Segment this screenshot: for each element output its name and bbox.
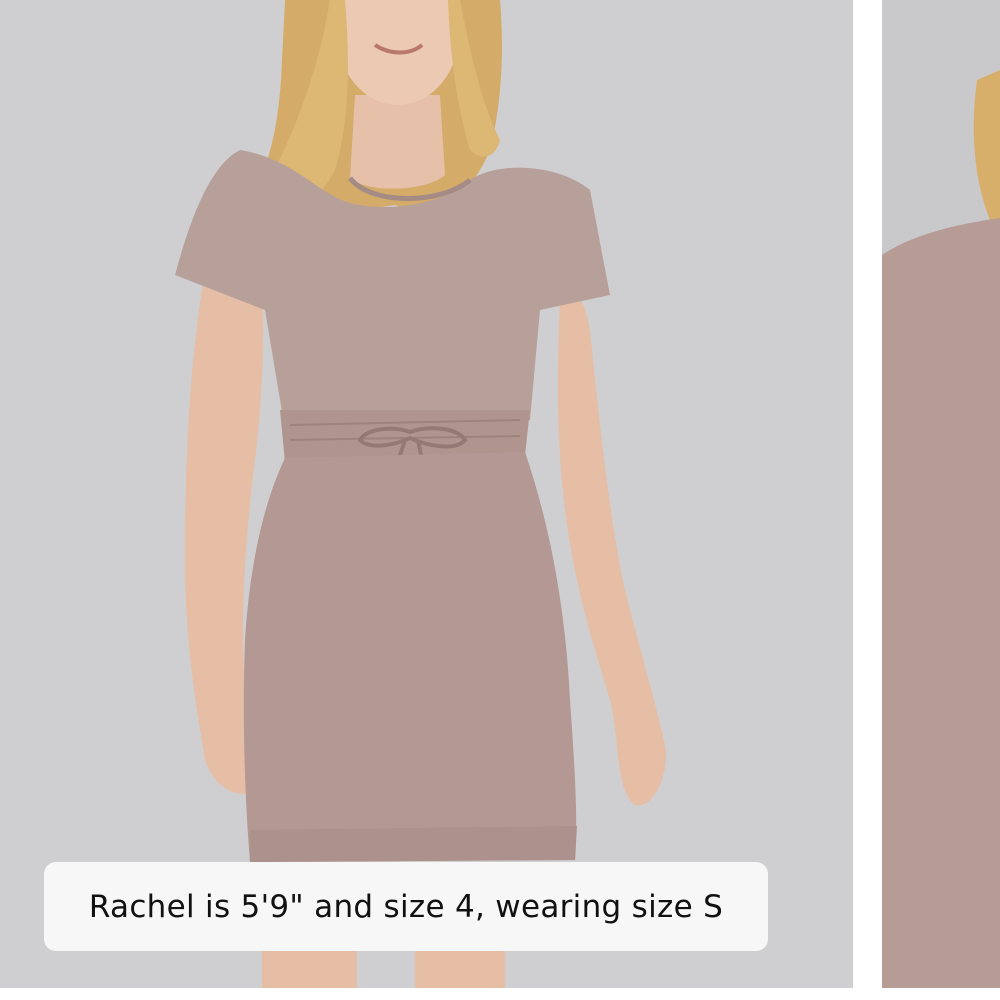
model-size-caption-text: Rachel is 5'9" and size 4, wearing size … — [88, 888, 724, 925]
model-size-caption: Rachel is 5'9" and size 4, wearing size … — [44, 862, 768, 951]
fabric-closeup-photo — [882, 0, 1000, 988]
product-image-main[interactable]: Rachel is 5'9" and size 4, wearing size … — [0, 0, 853, 988]
model-photo — [0, 0, 853, 988]
product-image-carousel[interactable]: Rachel is 5'9" and size 4, wearing size … — [0, 0, 1000, 1000]
product-image-next-peek[interactable] — [882, 0, 1000, 988]
